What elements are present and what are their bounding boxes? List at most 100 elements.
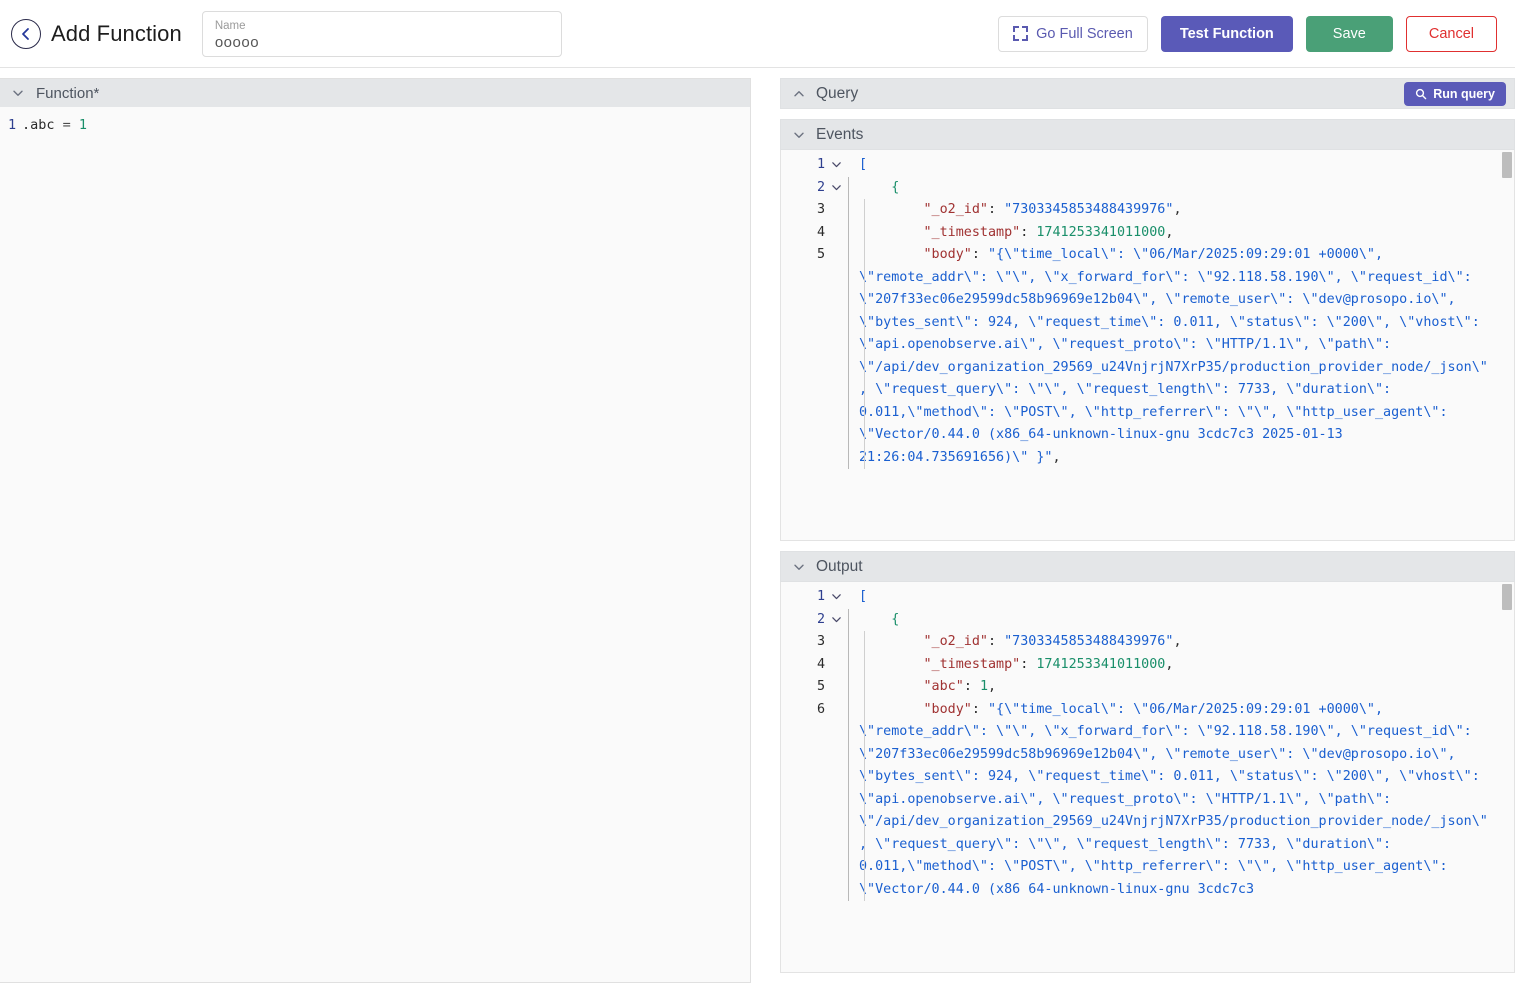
json-line-text: { <box>859 177 1514 200</box>
run-query-label: Run query <box>1433 87 1495 101</box>
fold-toggle-icon[interactable] <box>831 614 842 625</box>
events-scrollbar[interactable] <box>1502 152 1512 539</box>
json-token-p: : <box>1020 657 1036 672</box>
json-line: 6 "body": "{\"time_local\": \"06/Mar/202… <box>781 699 1514 902</box>
events-scrollbar-thumb[interactable] <box>1502 152 1512 178</box>
json-line-number: 5 <box>781 676 829 699</box>
json-line-text: "_timestamp": 1741253341011000, <box>859 222 1514 245</box>
chevron-left-icon <box>18 26 34 42</box>
json-line: 2 { <box>781 609 1514 632</box>
json-token-k: "_timestamp" <box>859 657 1020 672</box>
chevron-down-icon <box>793 129 805 141</box>
chevron-down-icon <box>793 561 805 573</box>
json-token-p: , <box>1165 657 1173 672</box>
function-code-editor[interactable]: 1.abc = 1 <box>0 107 750 982</box>
json-line-text: "_o2_id": "7303345853488439976", <box>859 199 1514 222</box>
fold-toggle-icon[interactable] <box>831 182 842 193</box>
fold-toggle[interactable] <box>829 177 843 193</box>
fold-toggle <box>829 222 843 227</box>
output-section-title: Output <box>816 558 863 576</box>
json-token-brc: { <box>859 612 899 627</box>
json-line: 1[ <box>781 154 1514 177</box>
json-line-text: "_o2_id": "7303345853488439976", <box>859 631 1514 654</box>
toolbar-actions: Go Full Screen Test Function Save Cancel <box>998 16 1497 52</box>
json-line-text: "body": "{\"time_local\": \"06/Mar/2025:… <box>859 244 1514 469</box>
fold-toggle <box>829 654 843 659</box>
test-function-button[interactable]: Test Function <box>1161 16 1293 52</box>
json-line-number: 1 <box>781 154 829 177</box>
code-line-number: 1 <box>8 115 22 136</box>
json-token-k: "abc" <box>859 679 964 694</box>
json-line: 1[ <box>781 586 1514 609</box>
fold-toggle <box>829 676 843 681</box>
name-input-label: Name <box>215 19 549 33</box>
chevron-up-icon <box>793 88 805 100</box>
json-token-brc: { <box>859 180 899 195</box>
json-token-k: "_timestamp" <box>859 225 1020 240</box>
function-panel-title: Function* <box>36 85 99 102</box>
cancel-button[interactable]: Cancel <box>1406 16 1497 52</box>
json-line-number: 4 <box>781 222 829 245</box>
json-token-p: : <box>988 634 1004 649</box>
code-token-property: .abc <box>22 115 55 136</box>
json-token-n: 1741253341011000 <box>1036 225 1165 240</box>
fold-toggle[interactable] <box>829 154 843 170</box>
json-token-k: "_o2_id" <box>859 202 988 217</box>
indent-guide <box>843 631 859 654</box>
fullscreen-icon <box>1013 26 1028 41</box>
function-editor-pane: Function* 1.abc = 1 <box>0 78 751 983</box>
json-line-text: "_timestamp": 1741253341011000, <box>859 654 1514 677</box>
json-token-br: [ <box>859 157 867 172</box>
go-full-screen-button[interactable]: Go Full Screen <box>998 16 1148 52</box>
name-input-value: ooooo <box>215 33 549 52</box>
json-line: 4 "_timestamp": 1741253341011000, <box>781 222 1514 245</box>
json-token-k: "body" <box>859 702 972 717</box>
json-token-s: "{\"time_local\": \"06/Mar/2025:09:29:01… <box>859 247 1488 465</box>
json-line-text: [ <box>859 586 1514 609</box>
json-token-k: "body" <box>859 247 972 262</box>
json-line-text: { <box>859 609 1514 632</box>
output-scrollbar[interactable] <box>1502 584 1512 971</box>
chevron-down-icon <box>12 87 24 99</box>
json-token-s: "{\"time_local\": \"06/Mar/2025:09:29:01… <box>859 702 1488 897</box>
json-line-text: "abc": 1, <box>859 676 1514 699</box>
events-section-header[interactable]: Events <box>780 119 1515 150</box>
back-button[interactable] <box>11 19 41 49</box>
name-input[interactable]: Name ooooo <box>202 11 562 57</box>
function-panel-header[interactable]: Function* <box>0 79 750 107</box>
json-line-number: 2 <box>781 609 829 632</box>
indent-guide <box>843 244 859 469</box>
query-results-pane: Query Run query Events 1[2 {3 "_o2_id": … <box>780 78 1515 983</box>
fold-toggle[interactable] <box>829 609 843 625</box>
json-line-number: 1 <box>781 586 829 609</box>
fold-toggle <box>829 244 843 249</box>
code-line: 1.abc = 1 <box>0 115 750 136</box>
json-token-s: "7303345853488439976" <box>1004 202 1173 217</box>
json-token-p: , <box>988 679 996 694</box>
fold-toggle[interactable] <box>829 586 843 602</box>
json-token-p: : <box>972 247 988 262</box>
indent-guide <box>843 699 859 902</box>
run-query-button[interactable]: Run query <box>1404 82 1506 106</box>
json-line-text: "body": "{\"time_local\": \"06/Mar/2025:… <box>859 699 1514 902</box>
json-token-p: , <box>1165 225 1173 240</box>
fold-toggle-icon[interactable] <box>831 591 842 602</box>
fold-toggle-icon[interactable] <box>831 159 842 170</box>
events-json-viewer[interactable]: 1[2 {3 "_o2_id": "7303345853488439976",4… <box>780 150 1515 541</box>
go-full-screen-label: Go Full Screen <box>1036 26 1133 42</box>
indent-guide <box>843 199 859 222</box>
output-json-content: 1[2 {3 "_o2_id": "7303345853488439976",4… <box>781 582 1514 901</box>
json-token-p: , <box>1052 450 1060 465</box>
query-section-header[interactable]: Query Run query <box>780 78 1515 109</box>
json-line: 4 "_timestamp": 1741253341011000, <box>781 654 1514 677</box>
json-line-number: 6 <box>781 699 829 722</box>
code-token-value: 1 <box>79 115 87 136</box>
json-line-number: 5 <box>781 244 829 267</box>
json-line-number: 2 <box>781 177 829 200</box>
output-section-header[interactable]: Output <box>780 551 1515 582</box>
indent-guide <box>843 676 859 699</box>
json-line: 5 "body": "{\"time_local\": \"06/Mar/202… <box>781 244 1514 469</box>
save-button[interactable]: Save <box>1306 16 1393 52</box>
output-scrollbar-thumb[interactable] <box>1502 584 1512 610</box>
output-json-viewer[interactable]: 1[2 {3 "_o2_id": "7303345853488439976",4… <box>780 582 1515 973</box>
